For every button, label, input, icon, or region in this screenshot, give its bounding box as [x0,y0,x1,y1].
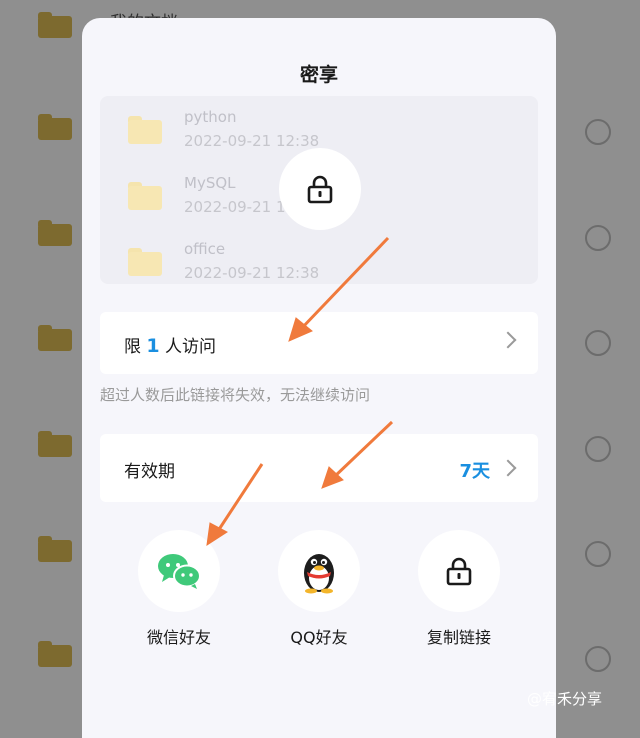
copy-link-icon-circle [418,530,500,612]
select-radio[interactable] [585,436,611,462]
validity-row[interactable]: 有效期 7天 [100,434,538,502]
folder-icon [128,248,162,276]
validity-value: 7天 [459,461,490,482]
select-radio[interactable] [585,225,611,251]
folder-icon [38,325,72,351]
folder-icon [128,182,162,210]
preview-item: office 2022-09-21 12:38 [100,228,538,284]
share-dialog: 密享 python 2022-09-21 12:38 MySQL 2022-09… [82,18,556,738]
folder-icon [38,431,72,457]
select-radio[interactable] [585,330,611,356]
share-wechat-button[interactable]: 微信好友 [124,530,234,648]
chevron-right-icon [499,459,517,477]
copy-link-button[interactable]: 复制链接 [404,530,514,648]
folder-icon [38,12,72,38]
lock-icon [307,175,333,204]
folder-icon [38,220,72,246]
folder-icon [38,641,72,667]
folder-icon [38,536,72,562]
folder-icon [128,116,162,144]
limit-hint: 超过人数后此链接将失效，无法继续访问 [100,386,371,404]
folder-icon [38,114,72,140]
copy-link-label: 复制链接 [426,628,491,647]
visitor-limit-label: 限 1 人访问 [124,332,216,357]
preview-item-name: office [184,240,226,258]
lock-icon [446,557,472,586]
share-wechat-label: 微信好友 [146,628,211,647]
share-qq-label: QQ好友 [290,628,348,647]
watermark: @宥禾分享 [527,690,603,708]
select-radio[interactable] [585,541,611,567]
wechat-icon-circle [138,530,220,612]
wechat-icon [158,554,201,589]
limit-suffix: 人访问 [165,337,217,357]
select-radio[interactable] [585,119,611,145]
select-radio[interactable] [585,646,611,672]
chevron-right-icon [499,331,517,349]
limit-prefix: 限 [124,337,141,357]
preview-item: python 2022-09-21 12:38 [100,96,538,156]
preview-item-date: 2022-09-21 12:38 [184,132,320,150]
preview-item-name: MySQL [184,174,236,192]
visitor-limit-row[interactable]: 限 1 人访问 [100,312,538,374]
dialog-title: 密享 [299,64,338,86]
qq-icon-circle [278,530,360,612]
qq-penguin-icon [304,554,334,594]
preview-item-date: 2022-09-21 12:38 [184,264,320,282]
validity-label: 有效期 [124,462,175,482]
share-qq-button[interactable]: QQ好友 [264,530,374,648]
limit-count: 1 [146,335,160,357]
lock-badge [279,148,361,230]
preview-item-name: python [184,108,237,126]
